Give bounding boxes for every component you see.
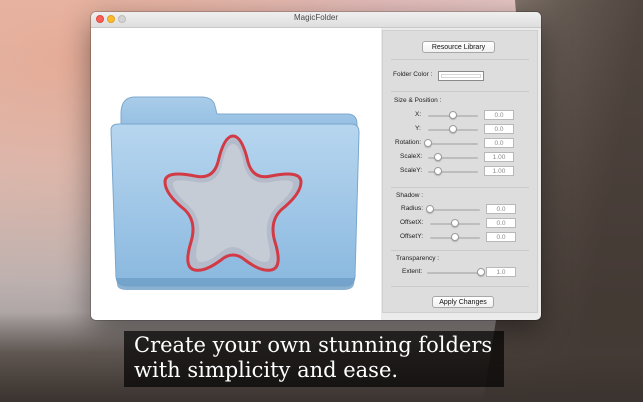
- x-field[interactable]: 0.0: [484, 110, 514, 120]
- radius-slider[interactable]: [430, 209, 480, 211]
- x-slider-knob[interactable]: [449, 111, 457, 119]
- extent-field[interactable]: 1.0: [486, 267, 516, 277]
- settings-panel: Resource Library Folder Color : Size & P…: [382, 30, 538, 313]
- size-position-heading: Size & Position :: [394, 97, 442, 104]
- folder-preview: [91, 28, 381, 320]
- promo-caption: Create your own stunning folders with si…: [124, 331, 504, 387]
- scalex-field[interactable]: 1.00: [484, 152, 514, 162]
- extent-label: Extent:: [402, 268, 423, 275]
- caption-line-2: with simplicity and ease.: [134, 358, 399, 382]
- x-label: X:: [415, 111, 422, 118]
- resource-library-button[interactable]: Resource Library: [422, 41, 495, 53]
- shadow-heading: Shadow :: [396, 192, 424, 199]
- rotation-slider-knob[interactable]: [424, 139, 432, 147]
- scaley-field[interactable]: 1.00: [484, 166, 514, 176]
- radius-field[interactable]: 0.0: [486, 204, 516, 214]
- divider: [391, 286, 529, 287]
- scaley-label: ScaleY:: [400, 167, 423, 174]
- y-label: Y:: [415, 125, 421, 132]
- y-slider-knob[interactable]: [449, 125, 457, 133]
- extent-slider-knob[interactable]: [477, 268, 485, 276]
- folder-color-well[interactable]: [438, 71, 484, 81]
- caption-line-1: Create your own stunning folders: [134, 333, 493, 357]
- offsetx-label: OffsetX:: [400, 219, 424, 226]
- offsety-label: OffsetY:: [400, 233, 424, 240]
- folder-icon: [110, 96, 360, 290]
- offsetx-field[interactable]: 0.0: [486, 218, 516, 228]
- title-bar[interactable]: MagicFolder: [91, 12, 541, 28]
- scalex-label: ScaleX:: [400, 153, 423, 160]
- extent-slider[interactable]: [427, 272, 481, 274]
- offsetx-slider-knob[interactable]: [451, 219, 459, 227]
- window-title: MagicFolder: [293, 13, 338, 22]
- offsety-slider-knob[interactable]: [451, 233, 459, 241]
- radius-label: Radius:: [401, 205, 424, 212]
- rotation-slider[interactable]: [428, 143, 478, 145]
- folder-color-label: Folder Color :: [393, 71, 433, 78]
- radius-slider-knob[interactable]: [426, 205, 434, 213]
- divider: [391, 250, 529, 251]
- divider: [391, 59, 529, 60]
- y-field[interactable]: 0.0: [484, 124, 514, 134]
- offsety-field[interactable]: 0.0: [486, 232, 516, 242]
- scalex-slider-knob[interactable]: [434, 153, 442, 161]
- scaley-slider-knob[interactable]: [434, 167, 442, 175]
- app-window: MagicFolder Resource Library Folder Colo…: [91, 12, 541, 320]
- rotation-label: Rotation:: [395, 139, 422, 146]
- apply-changes-button[interactable]: Apply Changes: [432, 296, 494, 308]
- rotation-field[interactable]: 0.0: [484, 138, 514, 148]
- divider: [391, 187, 529, 188]
- transparency-heading: Transparency :: [396, 255, 440, 262]
- divider: [391, 91, 529, 92]
